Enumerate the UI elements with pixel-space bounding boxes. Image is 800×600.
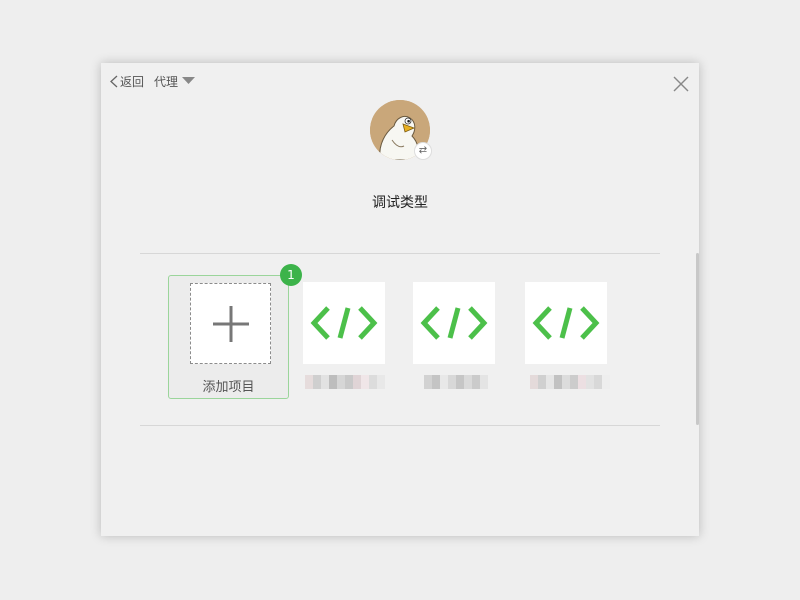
top-bar: 返回 代理 [110, 72, 196, 90]
project-card-3[interactable] [525, 282, 607, 364]
project-dialog: 返回 代理 ⇄ 调试类型 添加项目 1 [101, 63, 699, 536]
avatar-container[interactable]: ⇄ [370, 100, 432, 160]
debug-type-label: 调试类型 [372, 195, 428, 211]
add-project-box[interactable] [190, 283, 271, 364]
project-card-1[interactable] [303, 282, 385, 364]
divider-bottom [140, 425, 660, 426]
code-icon [310, 306, 378, 340]
project-name-blurred-1 [305, 375, 385, 389]
project-name-blurred-3 [530, 375, 610, 389]
chevron-left-icon [110, 75, 118, 87]
divider-top [140, 253, 660, 254]
close-icon[interactable] [673, 76, 689, 92]
switch-avatar-icon[interactable]: ⇄ [414, 142, 432, 160]
scrollbar[interactable] [696, 253, 699, 425]
code-icon [420, 306, 488, 340]
back-label: 返回 [120, 74, 145, 89]
notification-badge: 1 [280, 264, 302, 286]
caret-down-icon [182, 77, 196, 84]
add-project-label: 添加项目 [202, 380, 255, 395]
back-button[interactable]: 返回 [110, 73, 144, 90]
code-icon [532, 306, 600, 340]
project-name-blurred-2 [424, 375, 488, 389]
add-project-card[interactable]: 添加项目 [168, 275, 289, 399]
project-card-2[interactable] [413, 282, 495, 364]
proxy-dropdown[interactable]: 代理 [154, 73, 196, 90]
plus-icon [213, 306, 249, 342]
proxy-label: 代理 [154, 74, 179, 89]
